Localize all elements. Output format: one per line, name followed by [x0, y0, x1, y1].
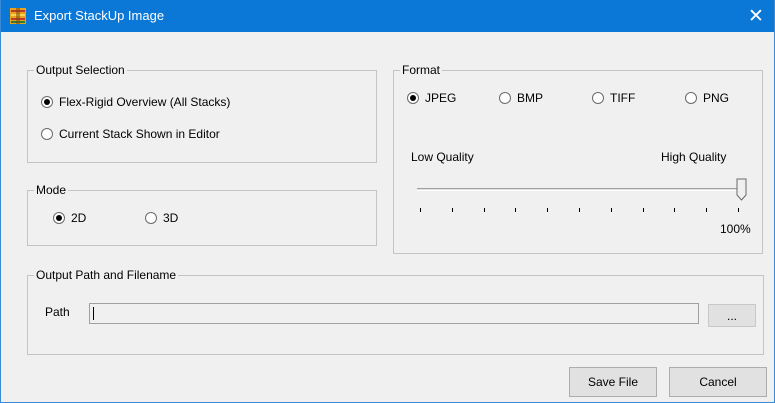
radio-label: JPEG — [425, 91, 457, 105]
browse-button-label: ... — [726, 308, 737, 323]
low-quality-label: Low Quality — [411, 150, 474, 164]
slider-tick — [738, 208, 739, 212]
save-file-label: Save File — [587, 375, 639, 389]
output-selection-legend: Output Selection — [34, 63, 127, 77]
radio-button[interactable] — [145, 212, 157, 224]
radio-tiff[interactable]: TIFF — [592, 90, 635, 106]
path-label: Path — [45, 305, 70, 319]
export-stackup-dialog: Export StackUp Image ✕ Output Selection … — [0, 0, 775, 403]
radio-button-selected[interactable] — [41, 96, 53, 108]
radio-button[interactable] — [41, 128, 53, 140]
radio-button[interactable] — [685, 92, 697, 104]
radio-2d[interactable]: 2D — [53, 210, 86, 226]
slider-tick — [579, 208, 580, 212]
cancel-button[interactable]: Cancel — [669, 367, 767, 397]
format-legend: Format — [400, 63, 443, 77]
radio-label: TIFF — [610, 91, 636, 105]
mode-legend: Mode — [34, 183, 69, 197]
slider-tick — [451, 208, 453, 212]
radio-button[interactable] — [499, 92, 511, 104]
save-file-button[interactable]: Save File — [569, 367, 657, 397]
radio-label: Current Stack Shown in Editor — [59, 127, 220, 141]
window-title: Export StackUp Image — [34, 8, 165, 23]
app-icon — [10, 8, 26, 24]
quality-value-label: 100% — [720, 222, 751, 236]
quality-slider[interactable] — [411, 178, 749, 218]
slider-tick — [483, 208, 485, 212]
browse-button[interactable]: ... — [708, 304, 756, 327]
radio-button[interactable] — [592, 92, 604, 104]
output-selection-group: Output Selection — [27, 63, 377, 163]
slider-tick — [610, 208, 612, 212]
high-quality-label: High Quality — [661, 150, 727, 164]
radio-bmp[interactable]: BMP — [499, 90, 543, 106]
radio-label: BMP — [517, 91, 544, 105]
text-caret — [93, 307, 94, 320]
slider-tick — [547, 208, 549, 212]
slider-tick — [706, 208, 708, 212]
close-icon: ✕ — [748, 5, 764, 27]
slider-tick — [642, 208, 644, 212]
slider-tick — [674, 208, 676, 212]
radio-label: PNG — [703, 91, 730, 105]
radio-button-selected[interactable] — [407, 92, 419, 104]
radio-current-stack[interactable]: Current Stack Shown in Editor — [41, 126, 220, 142]
close-button[interactable]: ✕ — [736, 0, 774, 32]
radio-label: Flex-Rigid Overview (All Stacks) — [59, 95, 231, 109]
slider-ticks — [411, 208, 749, 214]
output-path-legend: Output Path and Filename — [34, 268, 179, 282]
slider-tick — [420, 208, 421, 212]
cancel-label: Cancel — [699, 375, 737, 389]
slider-track[interactable] — [417, 188, 741, 191]
radio-flex-rigid-overview[interactable]: Flex-Rigid Overview (All Stacks) — [41, 94, 230, 110]
radio-label: 2D — [71, 211, 87, 225]
title-bar[interactable]: Export StackUp Image ✕ — [1, 0, 774, 32]
slider-tick — [515, 208, 517, 212]
radio-label: 3D — [163, 211, 179, 225]
radio-3d[interactable]: 3D — [145, 210, 178, 226]
radio-button-selected[interactable] — [53, 212, 65, 224]
radio-png[interactable]: PNG — [685, 90, 729, 106]
slider-thumb[interactable] — [736, 178, 747, 202]
path-input[interactable] — [89, 303, 699, 324]
radio-jpeg[interactable]: JPEG — [407, 90, 456, 106]
